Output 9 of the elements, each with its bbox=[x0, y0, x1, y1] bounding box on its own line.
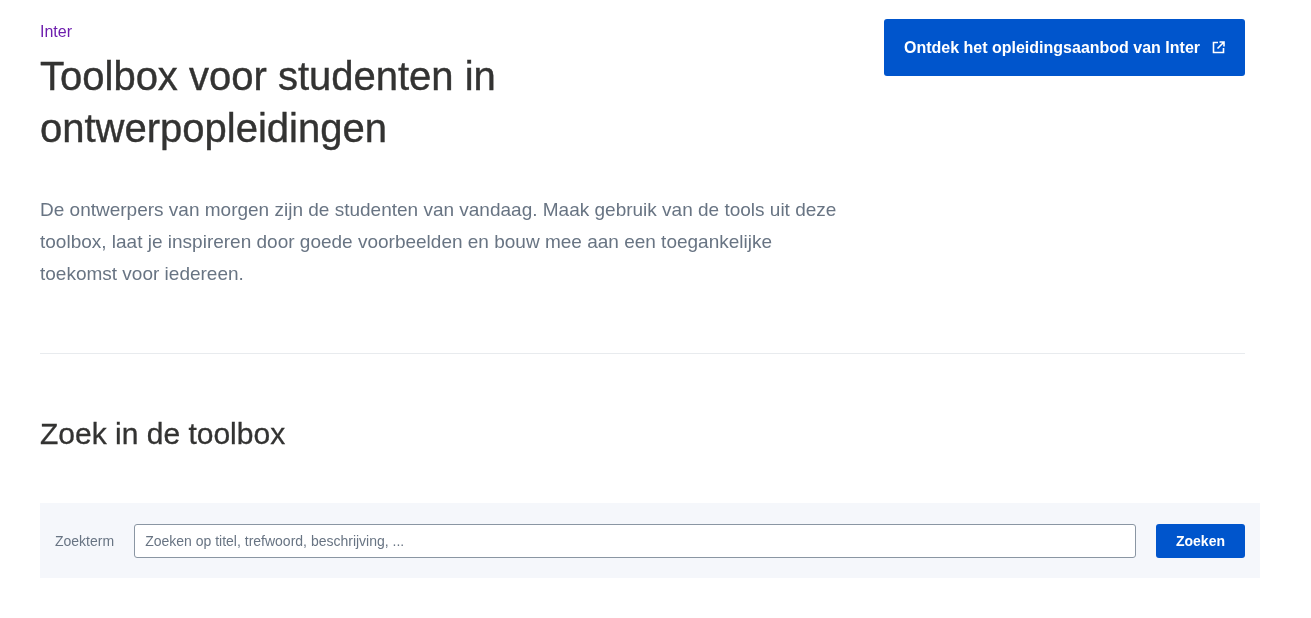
intro-text: De ontwerpers van morgen zijn de studenten van vandaag. Maak gebruik van de tools uit deze toolbox, laat je inspireren door goede voorbeelden en bouw mee aan een toegankelijke toekomst voor iedereen. bbox=[40, 198, 838, 286]
cta-button[interactable]: Ontdek het opleidingsaanbod van Inter bbox=[883, 19, 1245, 76]
search-label: Zoekterm bbox=[55, 532, 115, 549]
page-title: Toolbox voor studenten in ontwerpopleidingen bbox=[40, 53, 497, 152]
section-heading: Zoek in de toolbox bbox=[40, 416, 287, 452]
search-button[interactable]: Zoeken bbox=[1156, 523, 1245, 558]
organisation-link[interactable]: Inter bbox=[40, 23, 72, 41]
search-field[interactable]: Zoeken op titel, trefwoord, beschrijving, ... bbox=[134, 523, 1136, 558]
external-link-icon bbox=[1212, 41, 1225, 54]
